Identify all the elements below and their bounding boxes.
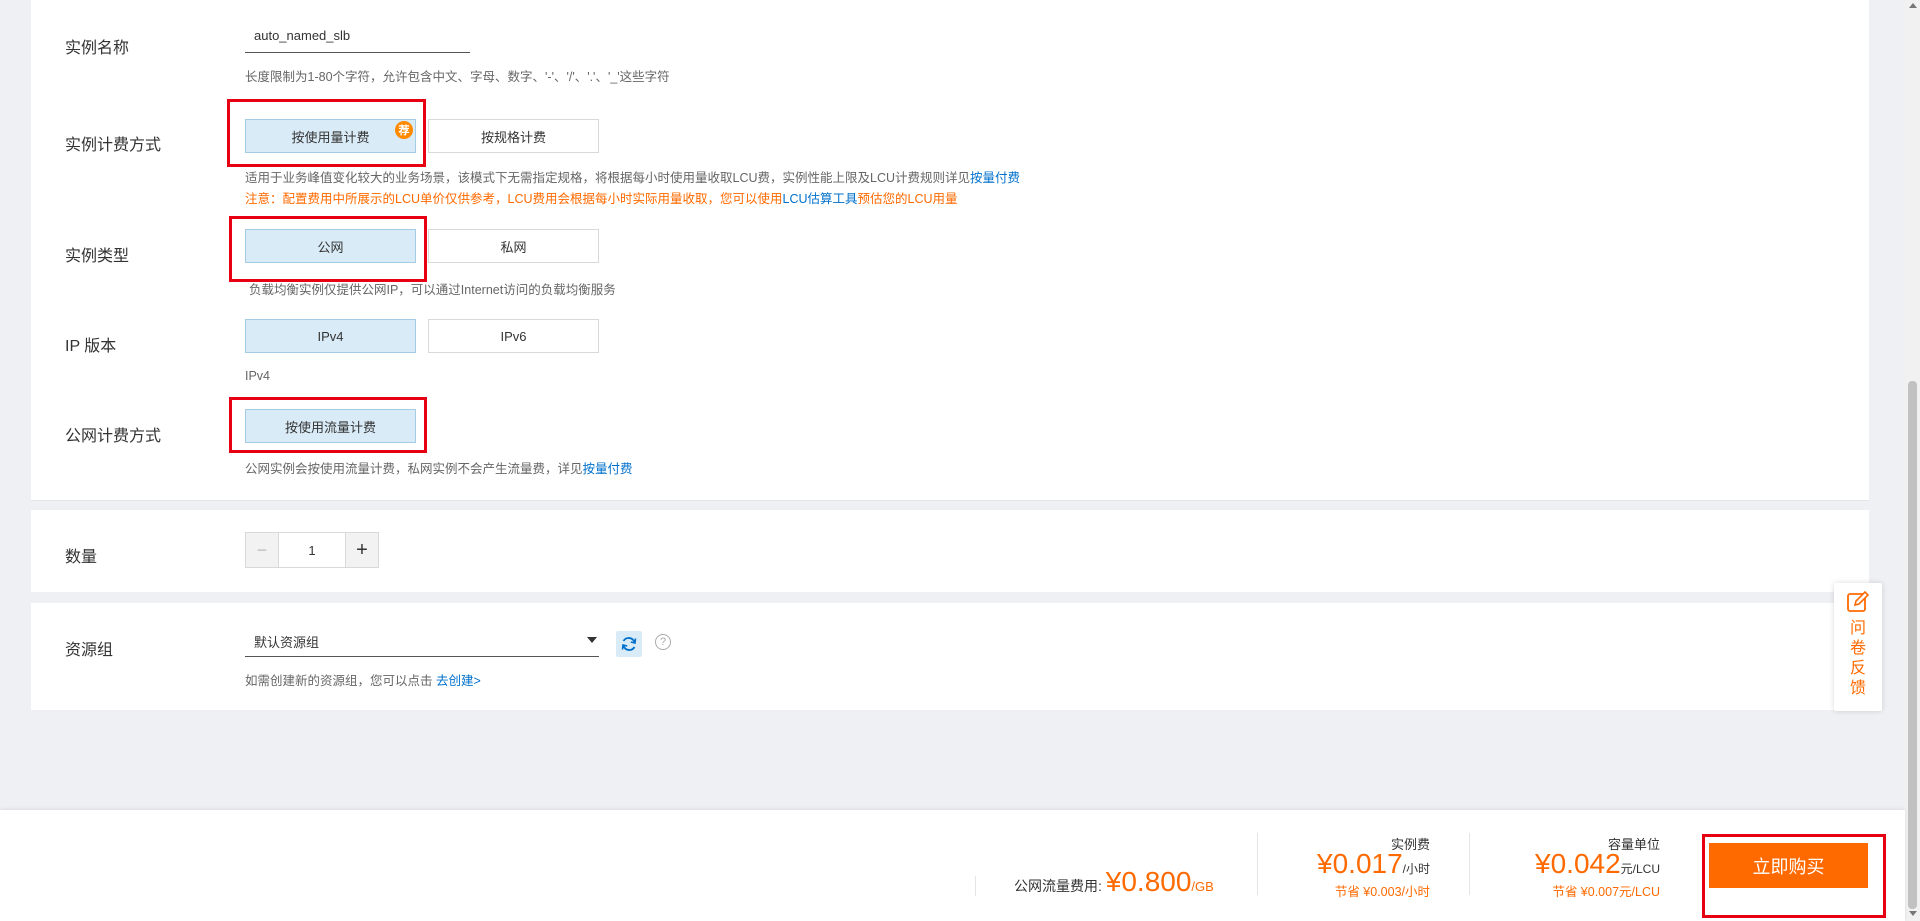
- resource-group-help-text: 如需创建新的资源组，您可以点击: [245, 674, 436, 688]
- feedback-char: 反: [1849, 660, 1866, 677]
- resource-group-help: 如需创建新的资源组，您可以点击 去创建>: [245, 670, 481, 689]
- ip-version-ipv4-label: IPv4: [317, 328, 344, 344]
- network-billing-traffic-label: 按使用流量计费: [284, 419, 376, 435]
- feedback-tab[interactable]: 问 卷 反 馈: [1834, 583, 1882, 711]
- lcu-fee-price: ¥0.042: [1535, 848, 1621, 879]
- create-resource-group-link[interactable]: 去创建>: [436, 674, 481, 688]
- recommend-badge: 荐: [395, 121, 413, 139]
- billing-warning: 注意：配置费用中所展示的LCU单价仅供参考，LCU费用会根据每小时实际用量收取，…: [245, 188, 958, 207]
- billing-help-link[interactable]: 按量付费: [970, 171, 1020, 185]
- quantity-stepper: − 1 +: [245, 532, 379, 568]
- feedback-char: 卷: [1849, 640, 1866, 657]
- lcu-fee-amount: ¥0.042元/LCU: [1510, 848, 1660, 880]
- billing-help-text: 适用于业务峰值变化较大的业务场景，该模式下无需指定规格，将根据每小时使用量收取L…: [245, 171, 971, 185]
- billing-help: 适用于业务峰值变化较大的业务场景，该模式下无需指定规格，将根据每小时使用量收取L…: [245, 167, 1020, 186]
- feedback-label: 问 卷 反 馈: [1834, 619, 1882, 699]
- instance-name-label: 实例名称: [65, 40, 130, 57]
- ip-version-label: IP 版本: [65, 338, 117, 355]
- network-billing-label: 公网计费方式: [65, 428, 162, 445]
- ip-version-help: IPv4: [245, 369, 271, 383]
- ip-version-ipv4[interactable]: IPv4: [245, 319, 416, 353]
- ip-version-ipv6[interactable]: IPv6: [428, 319, 599, 353]
- instance-type-public[interactable]: 公网: [245, 229, 416, 263]
- traffic-fee-price: ¥0.800: [1105, 866, 1192, 897]
- traffic-fee: 公网流量费用: ¥0.800/GB: [1014, 866, 1214, 898]
- quantity-input[interactable]: 1: [279, 533, 345, 567]
- quantity-minus-button[interactable]: −: [246, 533, 279, 567]
- billing-option-spec[interactable]: 按规格计费: [428, 119, 599, 153]
- instance-type-public-label: 公网: [317, 239, 344, 255]
- scroll-down-arrow[interactable]: [1909, 911, 1917, 916]
- help-question-icon[interactable]: ?: [655, 634, 671, 650]
- network-billing-traffic[interactable]: 按使用流量计费: [245, 409, 416, 443]
- instance-type-help: 负载均衡实例仅提供公网IP，可以通过Internet访问的负载均衡服务: [249, 283, 616, 297]
- instance-fee-amount: ¥0.017/小时: [1300, 848, 1430, 880]
- traffic-fee-unit: /GB: [1191, 879, 1214, 894]
- instance-type-private-label: 私网: [500, 239, 527, 255]
- lcu-tool-link[interactable]: LCU估算工具: [783, 192, 858, 206]
- ip-version-ipv6-label: IPv6: [500, 328, 527, 344]
- feedback-char: 问: [1849, 620, 1866, 637]
- billing-warning-suffix: 预估您的LCU用量: [857, 192, 958, 206]
- lcu-fee-savings: 节省 ¥0.007元/LCU: [1552, 885, 1660, 899]
- lcu-fee-unit: 元/LCU: [1620, 862, 1660, 876]
- caret-down-icon: [587, 637, 597, 643]
- footer-divider: [1257, 833, 1258, 895]
- network-billing-help-text: 公网实例会按使用流量计费，私网实例不会产生流量费，详见: [245, 462, 583, 476]
- quantity-label: 数量: [65, 549, 98, 566]
- billing-warning-text: 注意：配置费用中所展示的LCU单价仅供参考，LCU费用会根据每小时实际用量收取，…: [245, 192, 783, 206]
- refresh-button[interactable]: [616, 631, 642, 657]
- resource-group-value: 默认资源组: [254, 635, 320, 650]
- traffic-fee-label: 公网流量费用:: [1014, 878, 1102, 894]
- scrollbar-thumb[interactable]: [1908, 381, 1917, 909]
- network-billing-help: 公网实例会按使用流量计费，私网实例不会产生流量费，详见按量付费: [245, 458, 633, 477]
- billing-option-usage-label: 按使用量计费: [291, 129, 370, 145]
- instance-fee-savings: 节省 ¥0.003/小时: [1334, 885, 1430, 899]
- billing-option-usage[interactable]: 按使用量计费: [245, 119, 416, 153]
- footer-divider: [975, 876, 976, 896]
- footer-divider: [1469, 833, 1470, 895]
- billing-option-spec-label: 按规格计费: [480, 129, 546, 145]
- resource-group-label: 资源组: [65, 642, 114, 659]
- instance-type-private[interactable]: 私网: [428, 229, 599, 263]
- billing-label: 实例计费方式: [65, 137, 162, 154]
- instance-name-value: auto_named_slb: [254, 28, 351, 43]
- resource-group-select[interactable]: 默认资源组: [245, 626, 599, 657]
- refresh-icon: [621, 637, 637, 651]
- instance-type-label: 实例类型: [65, 248, 130, 265]
- network-billing-help-link[interactable]: 按量付费: [583, 462, 633, 476]
- buy-now-button[interactable]: 立即购买: [1709, 843, 1868, 888]
- instance-fee-price: ¥0.017: [1317, 848, 1403, 879]
- edit-icon: [1847, 590, 1870, 612]
- scroll-up-arrow[interactable]: [1909, 3, 1917, 8]
- instance-name-input[interactable]: auto_named_slb: [245, 24, 470, 53]
- instance-name-help: 长度限制为1-80个字符，允许包含中文、字母、数字、'-'、'/'、'.'、'_…: [245, 70, 670, 84]
- feedback-char: 馈: [1849, 680, 1866, 697]
- instance-fee-unit: /小时: [1402, 862, 1430, 876]
- quantity-plus-button[interactable]: +: [345, 533, 378, 567]
